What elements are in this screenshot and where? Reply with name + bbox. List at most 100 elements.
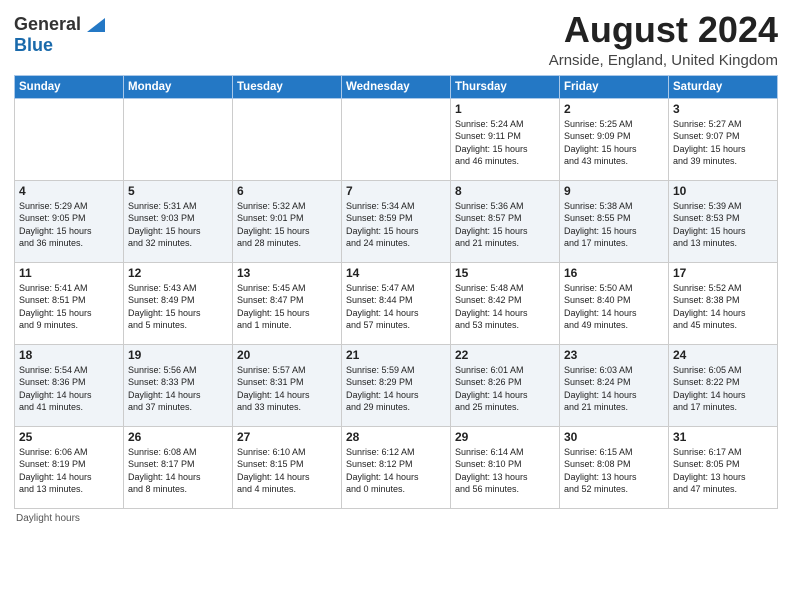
- calendar-cell: 16 Sunrise: 5:50 AM Sunset: 8:40 PM Dayli…: [560, 262, 669, 344]
- month-year: August 2024: [549, 10, 778, 50]
- day-number: 11: [19, 266, 119, 280]
- col-header-tuesday: Tuesday: [233, 75, 342, 98]
- calendar-cell: 31 Sunrise: 6:17 AM Sunset: 8:05 PM Dayli…: [669, 426, 778, 508]
- day-number: 25: [19, 430, 119, 444]
- calendar-cell: 20 Sunrise: 5:57 AM Sunset: 8:31 PM Dayli…: [233, 344, 342, 426]
- week-row-2: 4 Sunrise: 5:29 AM Sunset: 9:05 PM Daylig…: [15, 180, 778, 262]
- day-number: 30: [564, 430, 664, 444]
- day-number: 10: [673, 184, 773, 198]
- day-info: Sunrise: 6:03 AM Sunset: 8:24 PM Dayligh…: [564, 364, 664, 414]
- day-number: 4: [19, 184, 119, 198]
- calendar-cell: 2 Sunrise: 5:25 AM Sunset: 9:09 PM Daylig…: [560, 98, 669, 180]
- day-info: Sunrise: 5:41 AM Sunset: 8:51 PM Dayligh…: [19, 282, 119, 332]
- day-number: 9: [564, 184, 664, 198]
- day-number: 5: [128, 184, 228, 198]
- calendar-cell: [233, 98, 342, 180]
- calendar-cell: 3 Sunrise: 5:27 AM Sunset: 9:07 PM Daylig…: [669, 98, 778, 180]
- day-number: 24: [673, 348, 773, 362]
- calendar-cell: [15, 98, 124, 180]
- day-info: Sunrise: 5:59 AM Sunset: 8:29 PM Dayligh…: [346, 364, 446, 414]
- day-info: Sunrise: 5:48 AM Sunset: 8:42 PM Dayligh…: [455, 282, 555, 332]
- day-number: 20: [237, 348, 337, 362]
- calendar-cell: 17 Sunrise: 5:52 AM Sunset: 8:38 PM Dayli…: [669, 262, 778, 344]
- calendar-cell: 13Sunrise: 5:45 AM Sunset: 8:47 PM Dayli…: [233, 262, 342, 344]
- day-info: Sunrise: 6:01 AM Sunset: 8:26 PM Dayligh…: [455, 364, 555, 414]
- col-header-saturday: Saturday: [669, 75, 778, 98]
- calendar-cell: 10 Sunrise: 5:39 AM Sunset: 8:53 PM Dayli…: [669, 180, 778, 262]
- day-info: Sunrise: 6:15 AM Sunset: 8:08 PM Dayligh…: [564, 446, 664, 496]
- day-number: 8: [455, 184, 555, 198]
- page-container: General Blue August 2024 Arnside, Englan…: [0, 0, 792, 532]
- calendar-cell: 7 Sunrise: 5:34 AM Sunset: 8:59 PM Daylig…: [342, 180, 451, 262]
- calendar-cell: [342, 98, 451, 180]
- day-number: 3: [673, 102, 773, 116]
- day-info: Sunrise: 5:54 AM Sunset: 8:36 PM Dayligh…: [19, 364, 119, 414]
- calendar-cell: 28 Sunrise: 6:12 AM Sunset: 8:12 PM Dayli…: [342, 426, 451, 508]
- logo: General Blue: [14, 14, 105, 56]
- day-info: Sunrise: 6:17 AM Sunset: 8:05 PM Dayligh…: [673, 446, 773, 496]
- calendar-cell: 8Sunrise: 5:36 AM Sunset: 8:57 PM Daylig…: [451, 180, 560, 262]
- day-info: Sunrise: 5:27 AM Sunset: 9:07 PM Dayligh…: [673, 118, 773, 168]
- day-number: 31: [673, 430, 773, 444]
- day-number: 13: [237, 266, 337, 280]
- day-info: Sunrise: 5:32 AM Sunset: 9:01 PM Dayligh…: [237, 200, 337, 250]
- location: Arnside, England, United Kingdom: [549, 52, 778, 69]
- week-row-4: 18 Sunrise: 5:54 AM Sunset: 8:36 PM Dayli…: [15, 344, 778, 426]
- calendar-cell: 5 Sunrise: 5:31 AM Sunset: 9:03 PM Daylig…: [124, 180, 233, 262]
- day-number: 6: [237, 184, 337, 198]
- day-number: 28: [346, 430, 446, 444]
- logo-general: General: [14, 15, 81, 35]
- calendar-cell: 27Sunrise: 6:10 AM Sunset: 8:15 PM Dayli…: [233, 426, 342, 508]
- day-info: Sunrise: 5:50 AM Sunset: 8:40 PM Dayligh…: [564, 282, 664, 332]
- calendar-cell: 25Sunrise: 6:06 AM Sunset: 8:19 PM Dayli…: [15, 426, 124, 508]
- title-block: August 2024 Arnside, England, United Kin…: [549, 10, 778, 69]
- calendar-cell: 30 Sunrise: 6:15 AM Sunset: 8:08 PM Dayli…: [560, 426, 669, 508]
- day-info: Sunrise: 6:12 AM Sunset: 8:12 PM Dayligh…: [346, 446, 446, 496]
- day-info: Sunrise: 5:34 AM Sunset: 8:59 PM Dayligh…: [346, 200, 446, 250]
- day-number: 16: [564, 266, 664, 280]
- col-header-thursday: Thursday: [451, 75, 560, 98]
- day-info: Sunrise: 5:24 AM Sunset: 9:11 PM Dayligh…: [455, 118, 555, 168]
- day-number: 7: [346, 184, 446, 198]
- day-number: 23: [564, 348, 664, 362]
- week-row-1: 1 Sunrise: 5:24 AM Sunset: 9:11 PM Daylig…: [15, 98, 778, 180]
- day-info: Sunrise: 5:31 AM Sunset: 9:03 PM Dayligh…: [128, 200, 228, 250]
- calendar-cell: 21Sunrise: 5:59 AM Sunset: 8:29 PM Dayli…: [342, 344, 451, 426]
- day-number: 26: [128, 430, 228, 444]
- calendar-cell: 24Sunrise: 6:05 AM Sunset: 8:22 PM Dayli…: [669, 344, 778, 426]
- day-info: Sunrise: 5:57 AM Sunset: 8:31 PM Dayligh…: [237, 364, 337, 414]
- calendar-header-row: SundayMondayTuesdayWednesdayThursdayFrid…: [15, 75, 778, 98]
- week-row-5: 25Sunrise: 6:06 AM Sunset: 8:19 PM Dayli…: [15, 426, 778, 508]
- calendar-cell: 26Sunrise: 6:08 AM Sunset: 8:17 PM Dayli…: [124, 426, 233, 508]
- day-info: Sunrise: 5:52 AM Sunset: 8:38 PM Dayligh…: [673, 282, 773, 332]
- day-info: Sunrise: 5:29 AM Sunset: 9:05 PM Dayligh…: [19, 200, 119, 250]
- calendar-cell: 6 Sunrise: 5:32 AM Sunset: 9:01 PM Daylig…: [233, 180, 342, 262]
- day-number: 29: [455, 430, 555, 444]
- daylight-label: Daylight hours: [16, 513, 80, 524]
- day-number: 2: [564, 102, 664, 116]
- logo-blue: Blue: [14, 35, 53, 55]
- calendar-cell: 18 Sunrise: 5:54 AM Sunset: 8:36 PM Dayli…: [15, 344, 124, 426]
- calendar-cell: [124, 98, 233, 180]
- calendar-cell: 4 Sunrise: 5:29 AM Sunset: 9:05 PM Daylig…: [15, 180, 124, 262]
- col-header-friday: Friday: [560, 75, 669, 98]
- week-row-3: 11 Sunrise: 5:41 AM Sunset: 8:51 PM Dayli…: [15, 262, 778, 344]
- day-number: 22: [455, 348, 555, 362]
- day-number: 19: [128, 348, 228, 362]
- day-info: Sunrise: 5:39 AM Sunset: 8:53 PM Dayligh…: [673, 200, 773, 250]
- header: General Blue August 2024 Arnside, Englan…: [14, 10, 778, 69]
- day-number: 18: [19, 348, 119, 362]
- day-info: Sunrise: 5:47 AM Sunset: 8:44 PM Dayligh…: [346, 282, 446, 332]
- footer-note: Daylight hours: [14, 513, 778, 524]
- calendar-cell: 12Sunrise: 5:43 AM Sunset: 8:49 PM Dayli…: [124, 262, 233, 344]
- day-info: Sunrise: 5:25 AM Sunset: 9:09 PM Dayligh…: [564, 118, 664, 168]
- day-number: 17: [673, 266, 773, 280]
- day-info: Sunrise: 5:43 AM Sunset: 8:49 PM Dayligh…: [128, 282, 228, 332]
- col-header-monday: Monday: [124, 75, 233, 98]
- col-header-sunday: Sunday: [15, 75, 124, 98]
- day-info: Sunrise: 6:14 AM Sunset: 8:10 PM Dayligh…: [455, 446, 555, 496]
- day-number: 1: [455, 102, 555, 116]
- calendar-cell: 19Sunrise: 5:56 AM Sunset: 8:33 PM Dayli…: [124, 344, 233, 426]
- calendar-cell: 22 Sunrise: 6:01 AM Sunset: 8:26 PM Dayli…: [451, 344, 560, 426]
- calendar-cell: 1 Sunrise: 5:24 AM Sunset: 9:11 PM Daylig…: [451, 98, 560, 180]
